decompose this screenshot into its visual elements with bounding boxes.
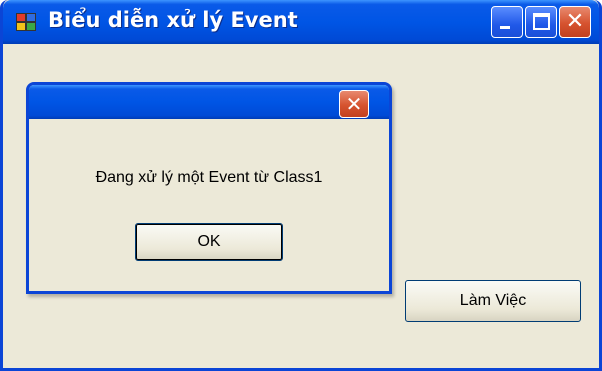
message-dialog: ✕ Đang xử lý một Event từ Class1 OK <box>26 82 392 294</box>
dialog-titlebar[interactable]: ✕ <box>29 85 389 119</box>
lam-viec-button[interactable]: Làm Việc <box>405 280 581 322</box>
minimize-icon <box>500 26 510 29</box>
app-window-icon <box>16 13 38 33</box>
minimize-button[interactable] <box>491 6 523 38</box>
maximize-icon <box>533 13 550 30</box>
close-icon: ✕ <box>345 92 363 116</box>
dialog-message: Đang xử lý một Event từ Class1 <box>95 169 323 186</box>
dialog-close-button[interactable]: ✕ <box>339 90 369 118</box>
maximize-button[interactable] <box>525 6 557 38</box>
desktop: Biểu diễn xử lý Event ✕ Làm Việc ✕ Đang … <box>0 0 602 371</box>
window-title: Biểu diễn xử lý Event <box>48 8 298 32</box>
close-button[interactable]: ✕ <box>559 6 591 38</box>
close-icon: ✕ <box>565 9 585 34</box>
main-titlebar[interactable]: Biểu diễn xử lý Event ✕ <box>3 0 599 44</box>
ok-button[interactable]: OK <box>135 223 283 261</box>
